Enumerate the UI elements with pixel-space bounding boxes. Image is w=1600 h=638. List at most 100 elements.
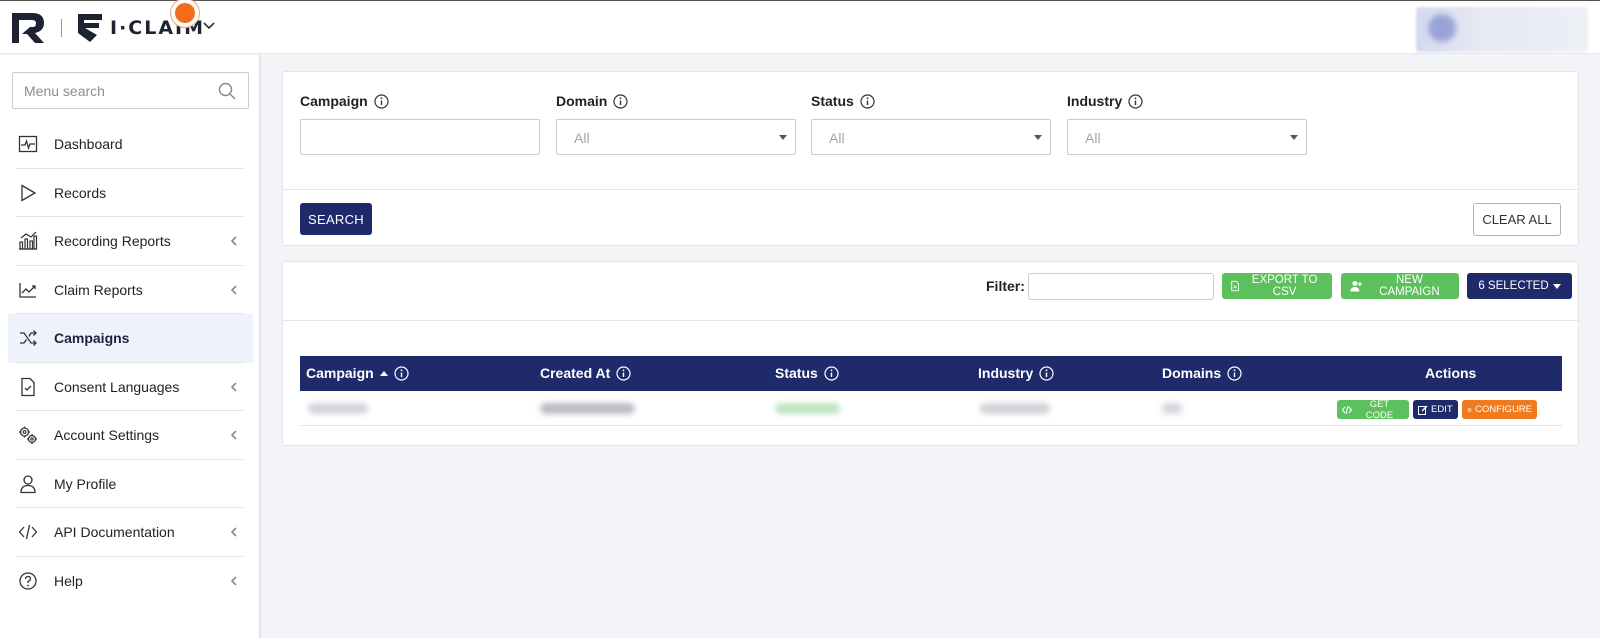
sidebar: Dashboard Records Recording Reports (0, 55, 261, 638)
new-campaign-button[interactable]: NEW CAMPAIGN (1341, 273, 1459, 299)
edit-label: EDIT (1431, 404, 1453, 415)
blurred-industry (980, 403, 1050, 414)
info-icon[interactable] (824, 365, 839, 381)
sidebar-item-label: My Profile (54, 475, 117, 492)
caret-down-icon (1034, 135, 1042, 140)
blurred-created-at (540, 403, 635, 414)
clear-all-button[interactable]: CLEAR ALL (1473, 203, 1561, 236)
user-icon (20, 475, 36, 493)
column-header-created-at[interactable]: Created At (540, 365, 631, 381)
document-check-icon (21, 377, 35, 396)
campaign-filter-label-text: Campaign (300, 93, 368, 109)
filter-panel: Campaign Domain All Status All Industry … (282, 71, 1579, 246)
gear-icon (1467, 407, 1472, 412)
campaign-filter-label: Campaign (300, 93, 389, 109)
selected-count-label: 6 SELECTED (1478, 280, 1549, 292)
search-icon[interactable] (218, 82, 236, 100)
info-icon[interactable] (394, 365, 409, 381)
caret-down-icon (1290, 135, 1298, 140)
menu-search-input[interactable] (13, 73, 203, 108)
column-header-industry[interactable]: Industry (978, 365, 1054, 381)
sidebar-item-label: Consent Languages (54, 378, 180, 395)
column-header-label: Industry (978, 365, 1034, 381)
sort-ascending-icon (379, 370, 388, 376)
chevron-down-icon[interactable] (202, 19, 216, 33)
sidebar-item-label: API Documentation (54, 524, 175, 541)
edit-button[interactable]: EDIT (1413, 400, 1458, 419)
sidebar-item-account-settings[interactable]: Account Settings (8, 411, 253, 460)
configure-button[interactable]: CONFIGURE (1462, 400, 1537, 419)
domain-filter-select[interactable]: All (556, 119, 796, 155)
shield-logo-icon (78, 14, 102, 42)
info-icon[interactable] (1227, 365, 1242, 381)
sidebar-item-dashboard[interactable]: Dashboard (8, 120, 253, 169)
status-filter-label-text: Status (811, 93, 854, 109)
status-selected-value: All (829, 130, 845, 146)
menu-search-box (12, 72, 249, 109)
status-filter-select[interactable]: All (811, 119, 1051, 155)
table-filter-label: Filter: (986, 278, 1025, 294)
chevron-left-icon (230, 430, 237, 440)
industry-selected-value: All (1085, 130, 1101, 146)
sidebar-item-campaigns[interactable]: Campaigns (8, 314, 253, 363)
sidebar-item-my-profile[interactable]: My Profile (8, 460, 253, 509)
column-header-campaign[interactable]: Campaign (306, 365, 409, 381)
get-code-button[interactable]: GET CODE (1337, 399, 1409, 421)
sidebar-item-records[interactable]: Records (8, 169, 253, 218)
table-header: Campaign Created At Status Industry Doma… (300, 356, 1562, 391)
sidebar-item-consent-languages[interactable]: Consent Languages (8, 363, 253, 412)
column-header-actions: Actions (1425, 365, 1476, 381)
industry-filter-label: Industry (1067, 93, 1143, 109)
campaigns-table-panel: Filter: EXPORT TO CSV NEW CAMPAIGN 6 SEL… (282, 261, 1579, 446)
sidebar-item-label: Help (54, 572, 83, 589)
industry-filter-select[interactable]: All (1067, 119, 1307, 155)
code-icon (18, 525, 38, 540)
sidebar-item-label: Dashboard (54, 136, 123, 153)
sidebar-item-recording-reports[interactable]: Recording Reports (8, 217, 253, 266)
table-row[interactable]: GET CODE EDIT CONFIGURE (300, 391, 1562, 426)
domain-selected-value: All (574, 130, 590, 146)
divider (283, 320, 1578, 321)
column-header-status[interactable]: Status (775, 365, 839, 381)
column-header-domains[interactable]: Domains (1162, 365, 1242, 381)
table-filter-input[interactable] (1028, 273, 1214, 300)
sidebar-item-api-documentation[interactable]: API Documentation (8, 508, 253, 557)
sidebar-item-help[interactable]: Help (8, 557, 253, 606)
sidebar-item-label: Claim Reports (54, 281, 143, 298)
csv-file-icon (1231, 280, 1239, 292)
domain-filter-label-text: Domain (556, 93, 608, 109)
info-icon[interactable] (613, 93, 628, 109)
gears-icon (19, 426, 37, 445)
sidebar-item-label: Recording Reports (54, 233, 171, 250)
chevron-left-icon (230, 236, 237, 246)
divider (283, 189, 1578, 190)
export-csv-button[interactable]: EXPORT TO CSV (1222, 273, 1332, 299)
dashboard-icon (18, 136, 38, 153)
blurred-campaign-name (308, 403, 368, 414)
column-header-label: Created At (540, 365, 611, 381)
info-icon[interactable] (1039, 365, 1054, 381)
sidebar-nav: Dashboard Records Recording Reports Clai… (8, 120, 253, 605)
line-chart-icon (19, 282, 36, 298)
search-button[interactable]: SEARCH (300, 203, 372, 235)
column-header-label: Status (775, 365, 818, 381)
play-icon (21, 184, 37, 202)
shuffle-icon (20, 330, 37, 347)
info-icon[interactable] (616, 365, 631, 381)
info-icon[interactable] (1128, 93, 1143, 109)
sidebar-item-claim-reports[interactable]: Claim Reports (8, 266, 253, 315)
sidebar-item-label: Campaigns (54, 330, 130, 347)
chevron-left-icon (230, 382, 237, 392)
notification-dot[interactable] (175, 3, 195, 23)
info-icon[interactable] (374, 93, 389, 109)
columns-selected-dropdown[interactable]: 6 SELECTED (1467, 273, 1572, 299)
industry-filter-label-text: Industry (1067, 93, 1123, 109)
top-bar: I·CLAIM (0, 0, 1600, 54)
column-header-label: Actions (1425, 365, 1477, 381)
r-logo-icon[interactable] (10, 11, 48, 45)
campaign-filter-input[interactable] (300, 119, 540, 155)
info-icon[interactable] (860, 93, 875, 109)
bar-chart-icon (19, 231, 38, 250)
blurred-domains (1162, 403, 1182, 414)
code-icon (1342, 405, 1352, 414)
